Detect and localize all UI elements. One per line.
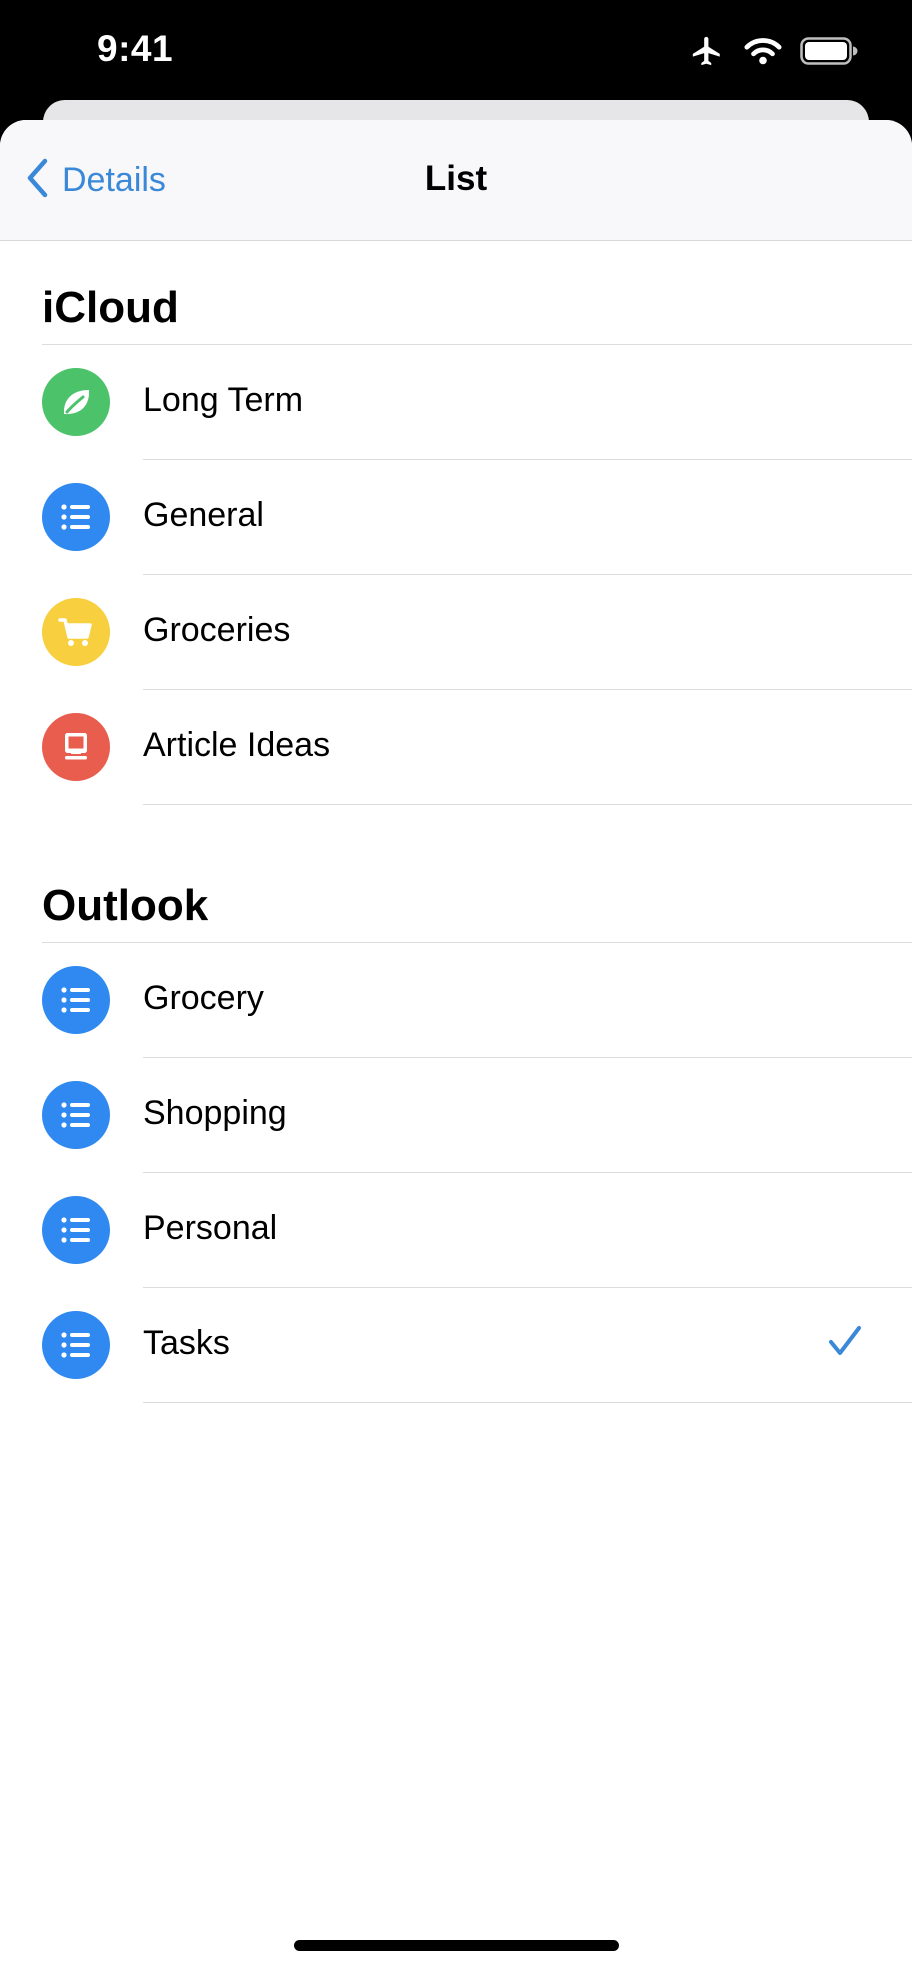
lists-container: iCloud Long Term General Groceries Article I… [0,241,912,1403]
section-title: Outlook [42,881,209,930]
list-item-label: Shopping [143,1094,287,1132]
list-bullet-icon [42,1196,110,1264]
page-title: List [424,159,488,198]
list-item[interactable]: Shopping [0,1058,912,1173]
divider [143,1401,912,1403]
list-picker-sheet: Details List iCloud Long Term General Groce… [0,120,912,1966]
list-bullet-icon [42,483,110,551]
checkmark-icon [828,1324,862,1363]
navigation-bar: Details List [0,120,912,241]
list-item-label: Personal [143,1209,278,1247]
list-item[interactable]: Personal [0,1173,912,1288]
status-icons [688,34,858,68]
section-outlook: Outlook Grocery Shopping Personal Tasks [0,839,912,1403]
desktop-icon [42,713,110,781]
section-header: Outlook [0,839,912,943]
list-item[interactable]: Groceries [0,575,912,690]
battery-icon [800,37,858,65]
home-indicator [294,1940,619,1951]
airplane-icon [688,34,726,68]
status-time: 9:41 [97,28,174,69]
section-title: iCloud [42,283,179,332]
wifi-icon [744,36,782,66]
list-item-label: Article Ideas [143,726,331,764]
list-item-label: Tasks [143,1324,230,1362]
list-item-label: Long Term [143,381,304,419]
list-bullet-icon [42,1081,110,1149]
list-item-label: Groceries [143,611,291,649]
leaf-icon [42,368,110,436]
list-item[interactable]: Tasks [0,1288,912,1403]
list-item[interactable]: Article Ideas [0,690,912,805]
list-bullet-icon [42,966,110,1034]
list-item[interactable]: General [0,460,912,575]
list-item-label: General [143,496,264,534]
section-header: iCloud [0,241,912,345]
divider [143,803,912,805]
list-item[interactable]: Long Term [0,345,912,460]
cart-icon [42,598,110,666]
list-item-label: Grocery [143,979,264,1017]
list-item[interactable]: Grocery [0,943,912,1058]
list-bullet-icon [42,1311,110,1379]
section-icloud: iCloud Long Term General Groceries Article I… [0,241,912,805]
